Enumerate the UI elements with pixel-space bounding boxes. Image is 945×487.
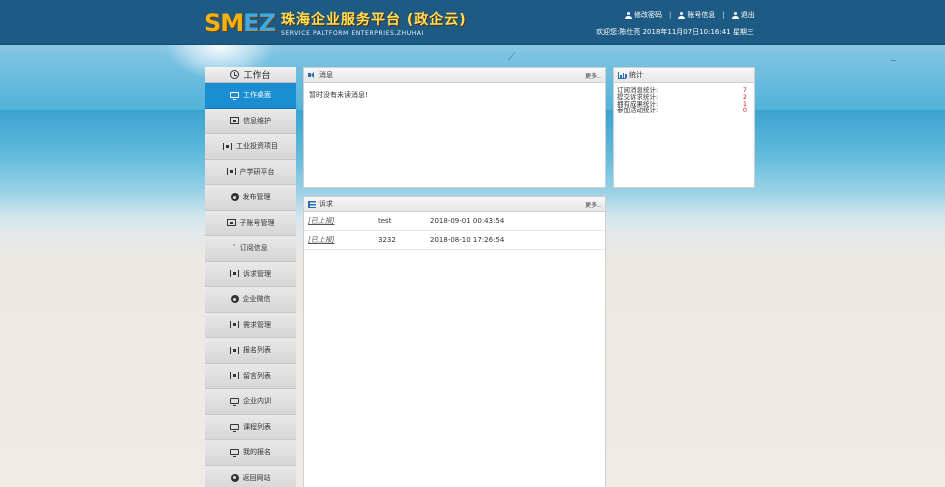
sidebar-header: 工作台 [205,67,296,83]
requests-panel: 诉求 更多.. [已上报] test 2018-09-01 00:43:54 [… [303,196,606,487]
logout-link[interactable]: 退出 [731,10,755,20]
bracket-icon [226,168,236,176]
messages-panel: 消息 更多.. 暂时没有未读消息! [303,67,606,188]
sidebar-item-wechat[interactable]: 企业微信 [205,287,296,313]
sidebar-item-back-to-site[interactable]: 返回网站 [205,465,296,487]
logo-mark: SMEZ [204,9,276,37]
monitor-icon [230,449,239,458]
request-time: 2018-09-01 00:43:54 [430,217,505,225]
sidebar-item-publish[interactable]: 发布管理 [205,185,296,211]
sidebar-item-investment[interactable]: 工业投资项目 [205,134,296,160]
messages-more-link[interactable]: 更多.. [585,71,601,80]
requests-more-link[interactable]: 更多.. [585,200,601,209]
sidebar-item-demands[interactable]: 需求管理 [205,312,296,338]
box-icon [230,117,239,125]
monitor-icon [230,423,239,432]
box-icon [226,219,236,227]
stats-list: 订阅消息统计: 7 提交诉求统计: 2 拥有成果统计: 1 参加活动统计: 0 [614,83,754,114]
rss-icon: ʾ [233,243,236,253]
stat-row: 参加活动统计: 0 [617,106,747,115]
gear-icon [230,473,239,482]
sidebar-item-info[interactable]: 信息维护 [205,108,296,134]
gear-icon [230,295,239,304]
request-name: 3232 [378,236,396,244]
monitor-icon [230,92,239,101]
seagull-decoration: ~ [890,56,897,65]
bracket-icon [230,372,239,380]
user-icon [625,11,632,19]
top-bar: SMEZ 珠海企业服务平台 (政企云) SERVICE PALTFORM ENT… [0,0,945,45]
bracket-icon [230,321,239,329]
table-row[interactable]: [已上报] test 2018-09-01 00:43:54 [304,212,605,231]
messages-header: 消息 更多.. [304,68,605,83]
user-icon [678,11,686,19]
stats-panel: 统计 订阅消息统计: 7 提交诉求统计: 2 拥有成果统计: 1 参加活动统计: 0 [613,67,755,188]
sidebar-item-signups[interactable]: 报名列表 [205,338,296,364]
request-status[interactable]: [已上报] [304,216,378,226]
bracket-icon [230,346,239,354]
bar-chart-icon [618,71,627,79]
sidebar-item-training[interactable]: 企业内训 [205,389,296,415]
speaker-icon [308,72,316,78]
header-links: 修改密码 | 账号信息 | 退出 [625,10,755,20]
change-password-link[interactable]: 修改密码 [625,10,662,20]
sidebar-item-messages[interactable]: 留言列表 [205,363,296,389]
stats-header: 统计 [614,68,754,83]
request-name: test [378,217,392,225]
monitor-icon [230,398,239,407]
sidebar-item-research[interactable]: 产学研平台 [205,159,296,185]
sidebar-item-subaccounts[interactable]: 子账号管理 [205,210,296,236]
requests-header: 诉求 更多.. [304,197,605,212]
site-subtitle: SERVICE PALTFORM ENTERPRIES,ZHUHAI [280,30,424,37]
sidebar-item-workbench[interactable]: 工作桌面 [205,83,296,109]
account-info-link[interactable]: 账号信息 [678,10,715,20]
site-logo[interactable]: SMEZ 珠海企业服务平台 (政企云) SERVICE PALTFORM ENT… [204,9,467,37]
sidebar: 工作台 工作桌面 信息维护 工业投资项目 产学研平台 发布管理 子账号管理 ʾ订… [205,67,296,487]
site-title: 珠海企业服务平台 (政企云) [280,12,467,28]
request-status[interactable]: [已上报] [304,235,378,245]
table-row[interactable]: [已上报] 3232 2018-08-10 17:26:54 [304,231,605,250]
gear-icon [230,193,239,202]
sidebar-item-courses[interactable]: 课程列表 [205,414,296,440]
sidebar-item-appeals[interactable]: 诉求管理 [205,261,296,287]
clock-icon [230,70,240,79]
bracket-icon [223,142,232,150]
welcome-text: 欢迎您:陈仕亮 2018年11月07日10:16:41 星期三 [596,28,754,36]
messages-empty-text: 暂时没有未读消息! [309,91,368,99]
sidebar-item-subscriptions[interactable]: ʾ 订阅信息 [205,236,296,262]
request-time: 2018-08-10 17:26:54 [430,236,505,244]
list-icon [308,200,316,208]
seagull-decoration: ⟋ [508,52,515,63]
sidebar-item-my-signups[interactable]: 我的报名 [205,440,296,466]
user-icon [731,11,739,19]
bracket-icon [230,270,239,278]
